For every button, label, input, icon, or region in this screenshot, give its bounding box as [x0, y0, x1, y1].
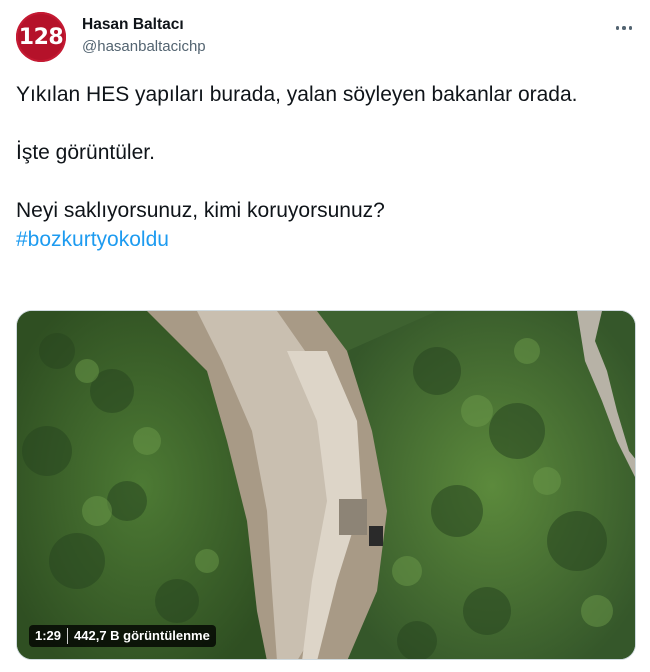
author-display-name[interactable]: Hasan Baltacı	[82, 15, 206, 35]
video-thumbnail	[17, 311, 635, 659]
tweet-header: 128 Hasan Baltacı @hasanbaltacichp	[16, 12, 640, 64]
more-dot-1	[615, 26, 620, 30]
more-options-icon[interactable]	[612, 18, 636, 38]
video-duration: 1:29	[35, 628, 69, 644]
hashtag-link[interactable]: #bozkurtyokoldu	[16, 228, 169, 251]
avatar[interactable]: 128	[16, 12, 66, 62]
video-player[interactable]: 1:29 442,7 B görüntülenme	[16, 310, 636, 660]
author-handle[interactable]: @hasanbaltacichp	[82, 37, 206, 57]
tweet-line-1: Yıkılan HES yapıları burada, yalan söyle…	[16, 83, 578, 106]
tweet-line-2: İşte görüntüler.	[16, 141, 155, 164]
author-names: Hasan Baltacı @hasanbaltacichp	[82, 15, 206, 57]
tweet-text: Yıkılan HES yapıları burada, yalan söyle…	[16, 80, 631, 254]
tweet-line-3: Neyi saklıyorsunuz, kimi koruyorsunuz?	[16, 199, 385, 222]
video-info-badge: 1:29 442,7 B görüntülenme	[29, 625, 216, 647]
more-dot-3	[628, 26, 633, 30]
more-dot-2	[622, 26, 626, 30]
video-view-count: 442,7 B görüntülenme	[74, 628, 210, 643]
